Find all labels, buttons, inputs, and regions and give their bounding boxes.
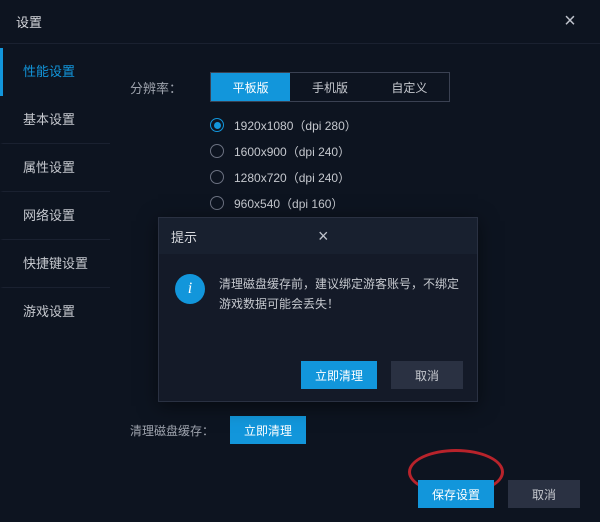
sidebar-tab-network[interactable]: 网络设置 bbox=[0, 192, 110, 240]
radio-dot-icon bbox=[210, 196, 224, 210]
segment-label: 平板版 bbox=[233, 79, 269, 96]
footer-buttons: 保存设置 取消 bbox=[418, 480, 580, 508]
radio-label: 1280x720（dpi 240） bbox=[234, 169, 350, 186]
save-button[interactable]: 保存设置 bbox=[418, 480, 494, 508]
radio-dot-icon bbox=[210, 144, 224, 158]
resolution-label: 分辨率： bbox=[130, 72, 210, 97]
dialog-message: 清理磁盘缓存前，建议绑定游客账号，不绑定游戏数据可能会丢失！ bbox=[219, 274, 461, 315]
dialog-close-icon[interactable]: × bbox=[318, 226, 465, 247]
radio-dot-icon bbox=[210, 170, 224, 184]
clear-cache-row: 清理磁盘缓存： 立即清理 bbox=[130, 416, 580, 444]
sidebar-tab-label: 基本设置 bbox=[23, 112, 75, 127]
confirm-dialog: 提示 × i 清理磁盘缓存前，建议绑定游客账号，不绑定游戏数据可能会丢失！ 立即… bbox=[158, 217, 478, 402]
segment-label: 自定义 bbox=[391, 79, 427, 96]
sidebar-tab-performance[interactable]: 性能设置 bbox=[0, 48, 110, 96]
sidebar-tab-shortcut[interactable]: 快捷键设置 bbox=[0, 240, 110, 288]
radio-1280[interactable]: 1280x720（dpi 240） bbox=[210, 164, 580, 190]
segment-tablet[interactable]: 平板版 bbox=[211, 73, 290, 101]
sidebar-tab-basic[interactable]: 基本设置 bbox=[0, 96, 110, 144]
radio-960[interactable]: 960x540（dpi 160） bbox=[210, 190, 580, 216]
clear-cache-button[interactable]: 立即清理 bbox=[230, 416, 306, 444]
window-title: 设置 bbox=[16, 12, 556, 31]
sidebar: 性能设置 基本设置 属性设置 网络设置 快捷键设置 游戏设置 bbox=[0, 44, 110, 474]
resolution-segments: 平板版 手机版 自定义 bbox=[210, 72, 450, 102]
radio-label: 1600x900（dpi 240） bbox=[234, 143, 350, 160]
sidebar-tab-label: 快捷键设置 bbox=[23, 256, 88, 271]
dialog-body: i 清理磁盘缓存前，建议绑定游客账号，不绑定游戏数据可能会丢失！ bbox=[159, 254, 477, 315]
resolution-options: 1920x1080（dpi 280） 1600x900（dpi 240） 128… bbox=[210, 112, 580, 216]
dialog-title: 提示 bbox=[171, 227, 318, 246]
sidebar-tab-property[interactable]: 属性设置 bbox=[0, 144, 110, 192]
sidebar-tab-game[interactable]: 游戏设置 bbox=[0, 288, 110, 336]
dialog-confirm-button[interactable]: 立即清理 bbox=[301, 361, 377, 389]
cancel-button[interactable]: 取消 bbox=[508, 480, 580, 508]
button-label: 保存设置 bbox=[432, 486, 480, 503]
segment-phone[interactable]: 手机版 bbox=[290, 73, 369, 101]
button-label: 取消 bbox=[532, 486, 556, 503]
resolution-row: 分辨率： 平板版 手机版 自定义 1920x1080（dpi 280） 1600… bbox=[130, 72, 580, 216]
radio-label: 1920x1080（dpi 280） bbox=[234, 117, 357, 134]
titlebar: 设置 × bbox=[0, 0, 600, 44]
info-icon: i bbox=[175, 274, 205, 304]
sidebar-tab-label: 性能设置 bbox=[23, 64, 75, 79]
radio-1600[interactable]: 1600x900（dpi 240） bbox=[210, 138, 580, 164]
segment-label: 手机版 bbox=[312, 79, 348, 96]
button-label: 立即清理 bbox=[315, 367, 363, 384]
dialog-titlebar: 提示 × bbox=[159, 218, 477, 254]
radio-dot-icon bbox=[210, 118, 224, 132]
sidebar-tab-label: 网络设置 bbox=[23, 208, 75, 223]
clear-cache-label: 清理磁盘缓存： bbox=[130, 422, 230, 439]
segment-custom[interactable]: 自定义 bbox=[370, 73, 449, 101]
button-label: 取消 bbox=[415, 367, 439, 384]
radio-label: 960x540（dpi 160） bbox=[234, 195, 343, 212]
button-label: 立即清理 bbox=[244, 422, 292, 439]
resolution-value: 平板版 手机版 自定义 1920x1080（dpi 280） 1600x900（… bbox=[210, 72, 580, 216]
dialog-footer: 立即清理 取消 bbox=[301, 361, 463, 389]
sidebar-tab-label: 游戏设置 bbox=[23, 304, 75, 319]
radio-1920[interactable]: 1920x1080（dpi 280） bbox=[210, 112, 580, 138]
close-icon[interactable]: × bbox=[556, 8, 584, 36]
sidebar-tab-label: 属性设置 bbox=[23, 160, 75, 175]
dialog-cancel-button[interactable]: 取消 bbox=[391, 361, 463, 389]
